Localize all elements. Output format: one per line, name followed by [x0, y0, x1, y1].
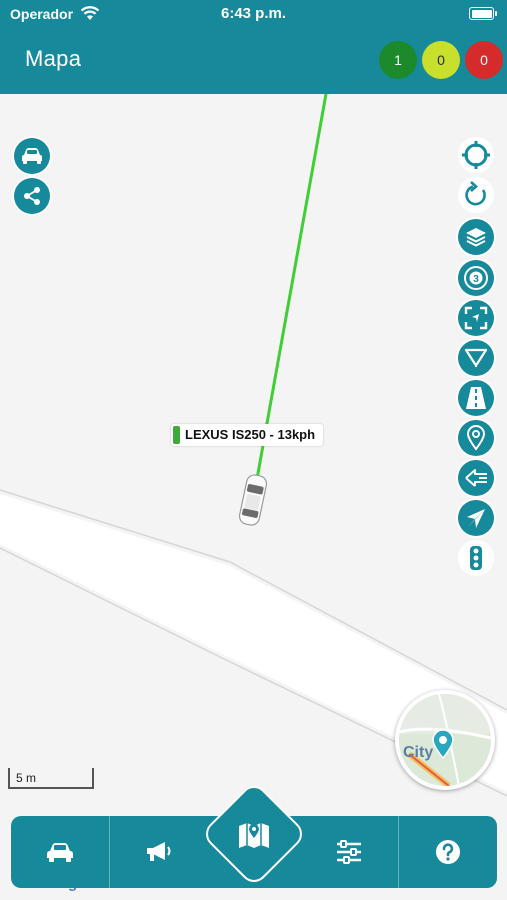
minimap[interactable]: City	[395, 690, 495, 790]
battery-icon	[469, 7, 497, 20]
status-bar: Operador 6:43 p.m.	[0, 0, 507, 28]
scale-label: 5 m	[16, 771, 37, 785]
filter-button[interactable]	[458, 340, 494, 376]
traffic-light-icon	[470, 546, 482, 570]
cluster-count: 3	[473, 274, 479, 285]
sliders-icon	[337, 840, 361, 864]
fit-bounds-button[interactable]	[458, 300, 494, 336]
route-arrow-icon	[465, 469, 487, 487]
nav-vehicles-button[interactable]	[11, 816, 109, 888]
car-icon	[22, 148, 42, 164]
route-line	[255, 94, 328, 480]
layers-icon	[466, 228, 486, 247]
fit-bounds-icon	[464, 306, 488, 330]
crosshair-icon	[462, 141, 490, 169]
share-icon	[24, 187, 40, 205]
navigate-button[interactable]	[458, 500, 494, 536]
status-counter-red[interactable]: 0	[465, 41, 503, 79]
status-counter-green[interactable]: 1	[379, 41, 417, 79]
places-button[interactable]	[458, 420, 494, 456]
road-button[interactable]	[458, 380, 494, 416]
nav-map-button[interactable]	[232, 813, 276, 857]
traffic-button[interactable]	[458, 540, 494, 576]
minimap-canvas	[399, 694, 491, 786]
refresh-button[interactable]	[458, 177, 494, 213]
vehicle-label[interactable]: LEXUS IS250 - 13kph	[171, 424, 324, 446]
refresh-icon	[465, 181, 486, 206]
road-icon	[466, 387, 486, 409]
nav-help-button[interactable]	[399, 816, 497, 888]
status-counter-yellow[interactable]: 0	[422, 41, 460, 79]
navigate-icon	[467, 509, 485, 528]
clock: 6:43 p.m.	[220, 5, 287, 22]
layers-button[interactable]	[458, 219, 494, 255]
locate-button[interactable]	[458, 137, 494, 173]
app-header: Operador 6:43 p.m. Mapa 1 0 0	[0, 0, 507, 94]
share-button[interactable]	[14, 178, 50, 214]
map-view[interactable]: LEXUS IS250 - 13kph 3 5 m City	[0, 94, 507, 900]
minimap-label: City	[403, 744, 434, 761]
pin-icon	[466, 425, 486, 451]
vehicles-button[interactable]	[14, 138, 50, 174]
help-icon	[436, 840, 460, 864]
nav-settings-button[interactable]	[300, 816, 398, 888]
nav-alerts-button[interactable]	[110, 816, 208, 888]
vehicle-marker-icon[interactable]	[236, 472, 270, 528]
filter-icon	[464, 348, 488, 367]
clusters-button[interactable]: 3	[458, 260, 494, 296]
car-icon	[47, 843, 73, 862]
page-title: Mapa	[25, 46, 82, 71]
megaphone-icon	[147, 842, 171, 861]
map-icon	[239, 823, 269, 848]
route-history-button[interactable]	[458, 460, 494, 496]
map-scale: 5 m	[8, 768, 94, 789]
count-badge-icon: 3	[464, 266, 488, 290]
